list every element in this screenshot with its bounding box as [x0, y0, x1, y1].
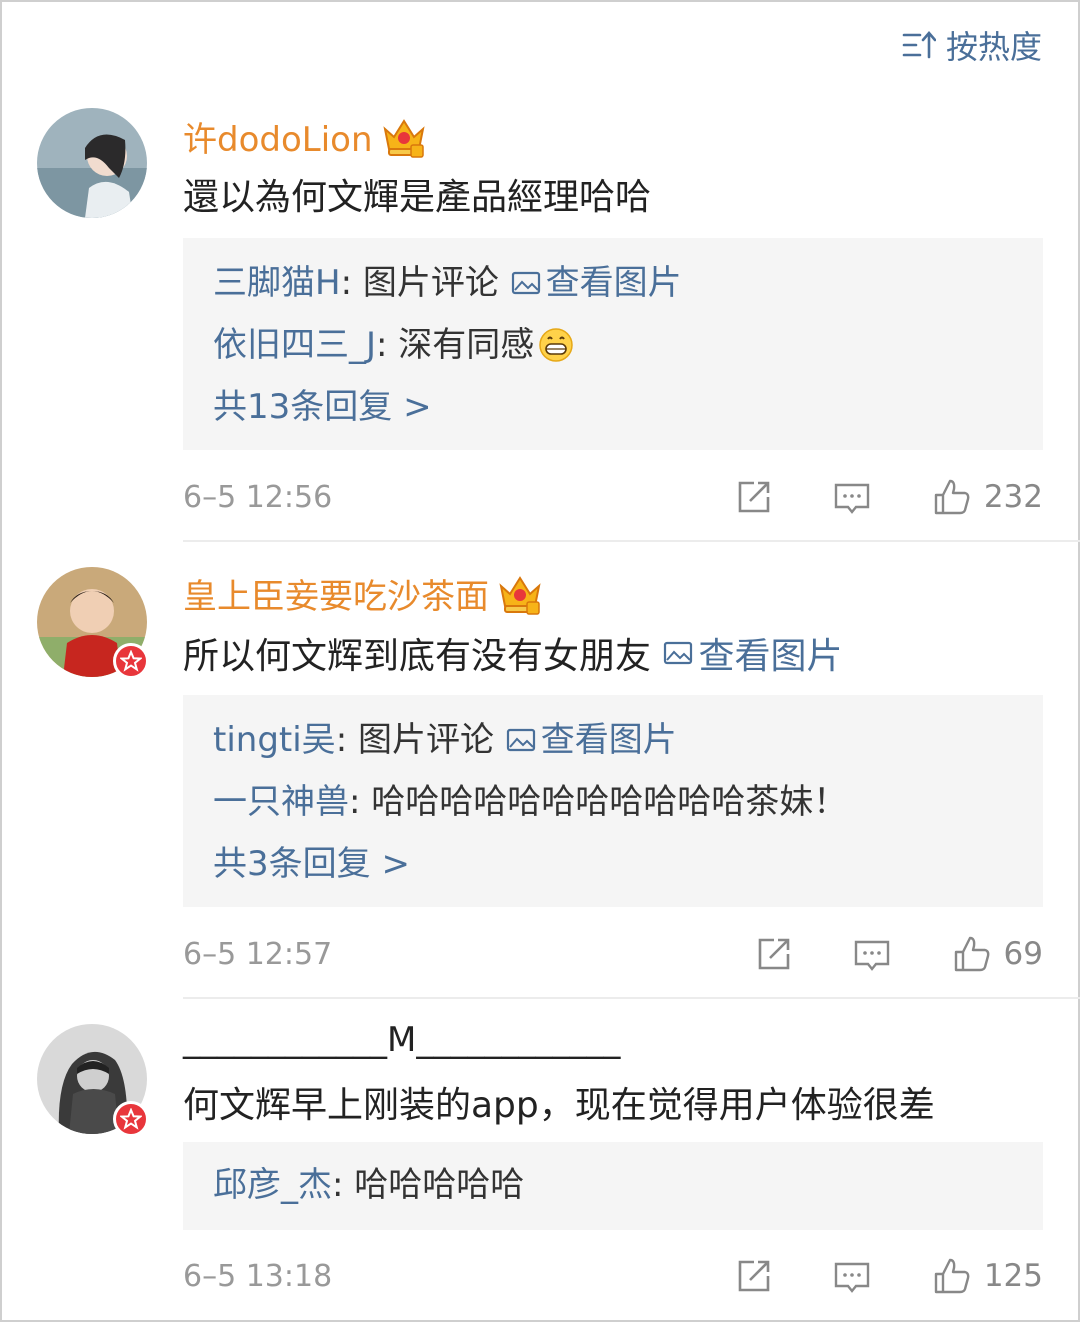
reply-box[interactable]: tingti吴: 图片评论 查看图片 一只神兽: 哈哈哈哈哈哈哈哈哈哈哈茶妹！ …	[183, 695, 1043, 907]
image-icon	[511, 271, 540, 295]
like-count: 125	[983, 1258, 1043, 1294]
view-image-link[interactable]: 查看图片	[505, 709, 677, 771]
like-count: 232	[983, 479, 1043, 515]
view-image-link[interactable]: 查看图片	[510, 252, 682, 314]
like-button[interactable]: 69	[952, 934, 1043, 974]
comment-icon	[854, 940, 889, 971]
reply-text: 深有同感	[398, 325, 535, 365]
like-count: 69	[1003, 936, 1043, 972]
comment-footer: 6–5 12:56 232	[183, 472, 1043, 522]
reply-username[interactable]: 一只神兽	[213, 771, 349, 833]
image-icon	[664, 641, 693, 665]
comment-time: 6–5 12:56	[183, 479, 333, 515]
more-replies-link[interactable]: 共13条回复 >	[213, 376, 1013, 438]
reply-item: 一只神兽: 哈哈哈哈哈哈哈哈哈哈哈茶妹！	[213, 771, 1013, 833]
reply-button[interactable]	[832, 477, 872, 517]
reply-box[interactable]: 邱彦_杰: 哈哈哈哈哈	[183, 1142, 1043, 1230]
grin-emoji-icon	[539, 328, 574, 362]
reply-username[interactable]: 依旧四三_J	[213, 314, 376, 376]
view-image-link[interactable]: 查看图片	[662, 627, 842, 679]
sort-by-hot-button[interactable]: 按热度	[902, 22, 1042, 68]
share-icon	[738, 1260, 770, 1292]
thumbs-up-icon	[954, 936, 989, 972]
more-replies-link[interactable]: 共3条回复 >	[213, 833, 1013, 895]
divider	[183, 997, 1080, 999]
sort-label: 按热度	[945, 28, 1042, 66]
thumbs-up-icon	[934, 479, 970, 515]
reply-username[interactable]: tingti吴	[213, 709, 336, 771]
thumbs-up-icon	[934, 1258, 970, 1294]
crown-vip-icon	[499, 575, 541, 615]
verified-badge	[113, 1101, 149, 1137]
comment-time: 6–5 12:57	[183, 936, 333, 972]
image-icon	[506, 728, 535, 752]
comment-footer: 6–5 12:57 69	[183, 929, 1043, 979]
reply-button[interactable]	[832, 1256, 872, 1296]
reply-item: 依旧四三_J: 深有同感	[213, 314, 1013, 376]
reply-button[interactable]	[852, 934, 892, 974]
comment-text: 還以為何文輝是產品經理哈哈	[183, 177, 652, 218]
like-button[interactable]: 232	[932, 477, 1043, 517]
divider	[183, 540, 1080, 542]
crown-vip-icon	[382, 118, 425, 158]
reply-username[interactable]: 邱彦_杰	[213, 1154, 332, 1216]
reply-item: 三脚猫H: 图片评论 查看图片	[213, 252, 1013, 314]
share-icon	[738, 481, 770, 513]
comment-username[interactable]: 皇上臣妾要吃沙茶面	[183, 569, 543, 618]
comment-text: 所以何文辉到底有没有女朋友 查看图片	[183, 627, 842, 679]
avatar[interactable]	[37, 108, 147, 218]
share-icon	[758, 938, 789, 970]
share-button[interactable]	[734, 1256, 774, 1296]
comment-icon	[834, 1262, 870, 1293]
verified-badge	[113, 643, 149, 679]
share-button[interactable]	[734, 477, 774, 517]
comment-text: 何文辉早上刚装的app，现在觉得用户体验很差	[183, 1085, 935, 1126]
reply-text: 图片评论	[362, 263, 499, 303]
reply-text: 图片评论	[357, 720, 494, 760]
sort-icon	[902, 31, 936, 59]
comment-username[interactable]: ____________M____________	[183, 1020, 620, 1060]
reply-item: 邱彦_杰: 哈哈哈哈哈	[213, 1154, 1013, 1216]
share-button[interactable]	[754, 934, 794, 974]
reply-text: 哈哈哈哈哈	[354, 1165, 525, 1205]
comment-username[interactable]: 许dodoLion	[183, 112, 427, 161]
reply-box[interactable]: 三脚猫H: 图片评论 查看图片 依旧四三_J: 深有同感 共13条回复 >	[183, 238, 1043, 450]
comment-footer: 6–5 13:18 125	[183, 1251, 1043, 1301]
reply-text: 哈哈哈哈哈哈哈哈哈哈哈茶妹！	[371, 782, 848, 822]
reply-item: tingti吴: 图片评论 查看图片	[213, 709, 1013, 771]
reply-username[interactable]: 三脚猫H	[213, 252, 341, 314]
comment-time: 6–5 13:18	[183, 1258, 333, 1294]
comment-icon	[834, 483, 870, 514]
like-button[interactable]: 125	[932, 1256, 1043, 1296]
